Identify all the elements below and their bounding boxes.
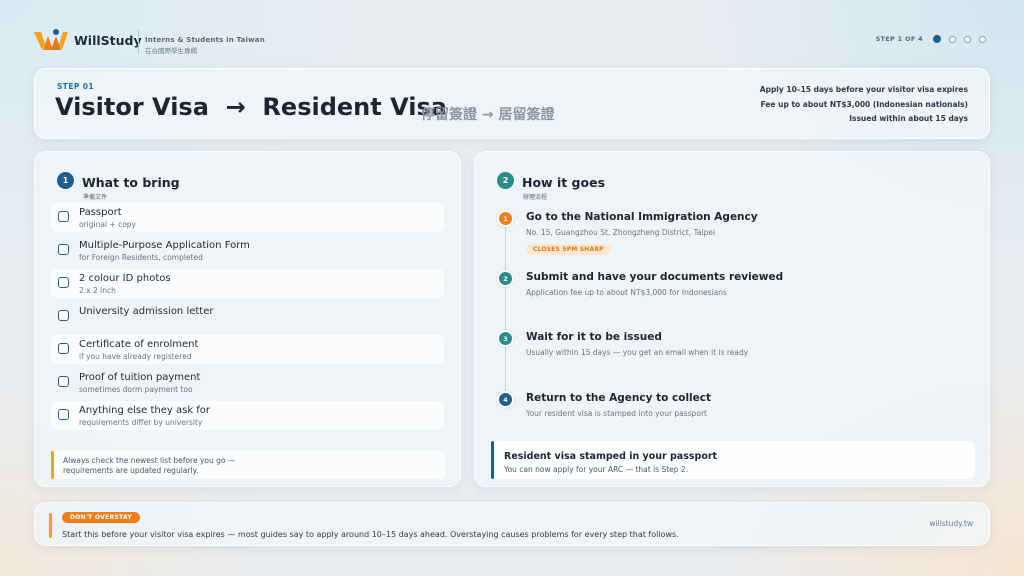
brand-name: WillStudy [74,32,142,48]
result-accent-bar [491,441,494,479]
checkbox[interactable] [58,376,69,387]
section-title-bring: What to bring [82,175,180,190]
overstay-warning-card: DON'T OVERSTAY Start this before your vi… [34,502,990,546]
checkbox[interactable] [58,310,69,321]
step-number: 3 [497,330,514,347]
warning-accent-bar [49,513,52,538]
step-indicator: STEP 1 OF 4 [876,35,986,43]
checkbox[interactable] [58,244,69,255]
checklist-item[interactable]: Passport original + copy [51,203,444,232]
checklist-item[interactable]: Multiple-Purpose Application Form for Fo… [51,236,444,265]
section-title-bring-zh: 準備文件 [83,194,108,201]
page-title: Visitor Visa → Resident Visa [55,93,447,121]
willstudy-logo-icon [34,28,68,52]
step-number: 4 [497,391,514,408]
checklist-note: Always check the newest list before you … [51,451,446,479]
step-label: STEP 01 [57,82,94,91]
step-number: 1 [497,210,514,227]
result-box: Resident visa stamped in your passport Y… [491,441,975,479]
section-title-process: How it goes [522,175,606,190]
key-facts: Apply 10–15 days before your visitor vis… [760,83,968,127]
warning-text: Start this before your visitor visa expi… [62,530,679,539]
checklist-item-label: Passport [79,207,122,218]
page-title-zh: 停留簽證 → 居留簽證 [421,107,555,123]
step-desc: Your resident visa is stamped into your … [526,409,707,418]
step-title: Return to the Agency to collect [526,392,712,404]
checklist-item-sub: for Foreign Residents, completed [79,253,203,262]
header-divider [138,30,139,54]
fact-fee: Fee up to about NT$3,000 (Indonesian nat… [760,99,968,109]
checkbox[interactable] [58,343,69,354]
note-accent-bar [51,451,54,479]
checklist-item-label: Proof of tuition payment [79,372,201,383]
checklist-item-label: 2 colour ID photos [79,273,171,284]
step-desc: Application fee up to about NT$3,000 for… [526,288,727,297]
step-desc: Usually within 15 days — you get an emai… [526,348,749,357]
warning-badge: DON'T OVERSTAY [62,512,140,523]
checklist-item-label: Certificate of enrolment [79,339,199,350]
step-title: Submit and have your documents reviewed [526,271,784,283]
checklist-item[interactable]: Certificate of enrolment if you have alr… [51,335,444,364]
checklist-item-sub: 2 x 2 inch [79,286,116,295]
checklist-item[interactable]: Proof of tuition payment sometimes dorm … [51,368,444,397]
closing-time-badge: CLOSES 5PM SHARP [526,244,611,255]
checklist-item-sub: sometimes dorm payment too [79,385,193,394]
step-title: Go to the National Immigration Agency [526,211,758,223]
fact-issue-time: Issued within about 15 days [849,114,968,123]
how-it-goes-card: 2 How it goes 辦理流程 1 Go to the National … [474,151,990,487]
step-indicator-label: STEP 1 OF 4 [875,35,923,43]
checklist-item-sub: requirements differ by university [79,418,203,427]
what-to-bring-card: 1 What to bring 準備文件 Passport original +… [34,151,461,487]
brand-logo[interactable]: WillStudy [34,28,142,52]
note-line-2: requirements are updated regularly. [63,466,199,475]
result-title: Resident visa stamped in your passport [504,451,718,462]
step-title: Wait for it to be issued [526,331,662,343]
checklist-item-sub: original + copy [79,220,136,229]
section-number-2: 2 [497,172,514,189]
step-number: 2 [497,270,514,287]
checkbox[interactable] [58,277,69,288]
step-dot-3[interactable] [964,35,971,43]
checklist-item-label: Anything else they ask for [79,405,211,416]
note-text: Always check the newest list before you … [63,456,235,476]
checklist-item[interactable]: University admission letter [51,302,444,331]
site-link[interactable]: willstudy.tw [929,519,973,528]
timeline-line [505,227,506,407]
step-dot-4[interactable] [979,35,986,43]
tagline-zh: 在台國際學生專欄 [145,47,197,55]
step-desc: No. 15, Guangzhou St, Zhongzheng Distric… [526,228,716,237]
checklist-item-label: Multiple-Purpose Application Form [79,240,250,251]
checklist-item[interactable]: Anything else they ask for requirements … [51,401,444,430]
step-dot-2[interactable] [949,35,956,43]
result-subtitle: You can now apply for your ARC — that is… [504,465,689,474]
checklist-item-sub: if you have already registered [79,352,192,361]
section-title-process-zh: 辦理流程 [523,194,548,201]
fact-timing: Apply 10–15 days before your visitor vis… [759,85,968,94]
title-card: STEP 01 Visitor Visa → Resident Visa 停留簽… [34,68,990,139]
note-line-1: Always check the newest list before you … [63,456,236,465]
checklist-item-label: University admission letter [79,306,214,317]
step-dot-1[interactable] [933,35,941,43]
checkbox[interactable] [58,211,69,222]
checklist-item[interactable]: 2 colour ID photos 2 x 2 inch [51,269,444,298]
checkbox[interactable] [58,409,69,420]
section-number-1: 1 [57,172,74,189]
tagline: Interns & Students in Taiwan [145,36,265,44]
